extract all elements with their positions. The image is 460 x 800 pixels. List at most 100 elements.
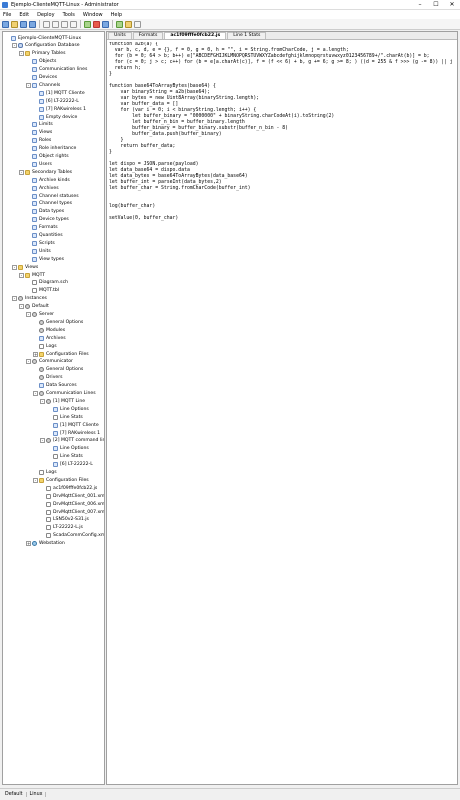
explorer-tree[interactable]: Ejemplo-ClienteMQTT-Linux - Configuration … bbox=[2, 31, 105, 785]
collapse-icon[interactable]: - bbox=[33, 477, 38, 483]
tree-item[interactable]: Roles bbox=[26, 137, 51, 145]
tree-item[interactable]: - Server bbox=[26, 311, 54, 319]
tree-item[interactable]: Line Stats bbox=[47, 413, 83, 421]
tree-item[interactable]: Archives bbox=[33, 334, 66, 342]
close-button[interactable]: ✕ bbox=[444, 0, 460, 10]
undo-icon[interactable] bbox=[70, 20, 77, 28]
collapse-icon[interactable]: - bbox=[19, 272, 24, 278]
menu-tools[interactable]: Tools bbox=[63, 12, 75, 18]
tree-item[interactable]: DrvMqttClient_006.xml bbox=[40, 500, 104, 508]
save-all-icon[interactable] bbox=[29, 20, 36, 28]
tree-item[interactable]: [7] RAKwireless 1 bbox=[33, 105, 86, 113]
menu-deploy[interactable]: Deploy bbox=[37, 12, 55, 18]
tree-item[interactable]: Devices bbox=[26, 74, 57, 82]
tree-item[interactable]: - MQTT bbox=[19, 271, 45, 279]
new-icon[interactable] bbox=[2, 20, 9, 28]
tree-item[interactable]: [6] LT-22222-L bbox=[33, 97, 79, 105]
tree-item[interactable]: Device types bbox=[26, 216, 69, 224]
tree-item[interactable]: Line Options bbox=[47, 405, 89, 413]
tree-item[interactable]: Channel types bbox=[26, 200, 72, 208]
tree-item[interactable]: General Options bbox=[33, 318, 83, 326]
tree-item[interactable]: [6] LT-22222-L bbox=[47, 461, 93, 469]
collapse-icon[interactable]: - bbox=[40, 398, 45, 404]
expand-icon[interactable]: + bbox=[33, 351, 38, 357]
tree-item[interactable]: LT-22222-L.js bbox=[40, 524, 83, 532]
tree-item[interactable]: - Configuration Files bbox=[33, 476, 89, 484]
collapse-icon[interactable]: - bbox=[12, 264, 17, 270]
tree-item[interactable]: - Views bbox=[12, 263, 38, 271]
menu-help[interactable]: Help bbox=[111, 12, 122, 18]
minimize-button[interactable]: – bbox=[412, 0, 428, 10]
tree-item[interactable]: - [1] MQTT Line bbox=[40, 397, 85, 405]
tree-item[interactable]: Communication lines bbox=[26, 66, 87, 74]
tree-item[interactable]: Quantities bbox=[26, 232, 63, 240]
collapse-icon[interactable]: - bbox=[19, 51, 24, 57]
save-icon[interactable] bbox=[20, 20, 27, 28]
tree-item[interactable]: Role inheritance bbox=[26, 145, 76, 153]
tree-item[interactable]: Modules bbox=[33, 326, 65, 334]
tab-units[interactable]: Units bbox=[108, 32, 132, 39]
tree-item[interactable]: [7] RAKwireless 1 bbox=[47, 429, 100, 437]
tree-item[interactable]: Users bbox=[26, 160, 52, 168]
tree-item[interactable]: - Communicator bbox=[26, 358, 73, 366]
tree-item[interactable]: Limits bbox=[26, 121, 53, 129]
import-icon[interactable] bbox=[134, 20, 141, 28]
tab-script-file[interactable]: ac1f09fffe0fcb22.js bbox=[164, 32, 227, 39]
tree-item[interactable]: MQTT.tbl bbox=[26, 287, 59, 295]
maximize-button[interactable]: ☐ bbox=[428, 0, 444, 10]
tree-item[interactable]: Objects bbox=[26, 58, 56, 66]
tree-item[interactable]: General Options bbox=[33, 366, 83, 374]
restart-icon[interactable] bbox=[102, 20, 109, 28]
open-icon[interactable] bbox=[11, 20, 18, 28]
collapse-icon[interactable]: - bbox=[26, 359, 31, 365]
tree-item[interactable]: Logs bbox=[33, 469, 57, 477]
tree-item[interactable]: DrvMqttClient_007.xml bbox=[40, 508, 104, 516]
paste-icon[interactable] bbox=[61, 20, 68, 28]
collapse-icon[interactable]: - bbox=[33, 391, 38, 396]
tree-item[interactable]: DrvMqttClient_001.xml bbox=[40, 492, 104, 500]
collapse-icon[interactable]: - bbox=[26, 312, 31, 317]
deploy-icon[interactable] bbox=[84, 20, 91, 28]
tree-item[interactable]: Line Stats bbox=[47, 453, 83, 461]
tree-item[interactable]: + Webstation bbox=[26, 540, 65, 548]
cut-icon[interactable] bbox=[43, 20, 50, 28]
tree-item[interactable]: Archives bbox=[26, 184, 59, 192]
tree-item[interactable]: [1] MQTT Cliente bbox=[47, 421, 99, 429]
copy-icon[interactable] bbox=[52, 20, 59, 28]
collapse-icon[interactable]: - bbox=[40, 438, 45, 444]
code-text-area[interactable]: function a2b(a) { var b, c, d, e = {}, f… bbox=[109, 42, 456, 782]
tree-item[interactable]: Drivers bbox=[33, 374, 63, 382]
start-service-icon[interactable] bbox=[116, 20, 123, 28]
tree-item[interactable]: - Communication Lines bbox=[33, 390, 96, 398]
collapse-icon[interactable]: - bbox=[12, 296, 17, 302]
stop-icon[interactable] bbox=[93, 20, 100, 28]
menu-file[interactable]: File bbox=[3, 12, 11, 18]
tree-item[interactable]: - Default bbox=[19, 303, 49, 311]
tree-item[interactable]: Object rights bbox=[26, 153, 69, 161]
tab-line-stats[interactable]: Line 1 Stats bbox=[227, 32, 267, 39]
tree-item[interactable]: - Configuration Database bbox=[12, 42, 80, 50]
collapse-icon[interactable]: - bbox=[19, 304, 24, 310]
tree-item[interactable]: - Channels bbox=[26, 81, 60, 89]
tree-item[interactable]: LSN50v2-S31.js bbox=[40, 516, 89, 524]
tree-item[interactable]: Data Sources bbox=[33, 382, 77, 390]
menu-edit[interactable]: Edit bbox=[19, 12, 29, 18]
tree-item[interactable]: Empty device bbox=[33, 113, 77, 121]
tree-item[interactable]: - Primary Tables bbox=[19, 50, 65, 58]
tree-item[interactable]: View types bbox=[26, 255, 64, 263]
tree-item[interactable]: Logs bbox=[33, 342, 57, 350]
tree-item[interactable]: Views bbox=[26, 129, 52, 137]
tree-item[interactable]: - Secondary Tables bbox=[19, 168, 72, 176]
menu-window[interactable]: Window bbox=[83, 12, 103, 18]
tree-item[interactable]: Data types bbox=[26, 208, 64, 216]
tree-item[interactable]: ac1f09fffe0fcb22.js bbox=[40, 484, 97, 492]
tree-item[interactable]: Formats bbox=[26, 224, 58, 232]
tree-item[interactable]: Channel statuses bbox=[26, 192, 79, 200]
tree-item[interactable]: + Configuration Files bbox=[33, 350, 89, 358]
settings-icon[interactable] bbox=[125, 20, 132, 28]
tree-item[interactable]: Archive kinds bbox=[26, 176, 70, 184]
collapse-icon[interactable]: - bbox=[12, 43, 17, 49]
tree-item[interactable]: [1] MQTT Cliente bbox=[33, 89, 85, 97]
tree-item[interactable]: Units bbox=[26, 247, 51, 255]
tree-item[interactable]: Ejemplo-ClienteMQTT-Linux bbox=[5, 34, 81, 42]
